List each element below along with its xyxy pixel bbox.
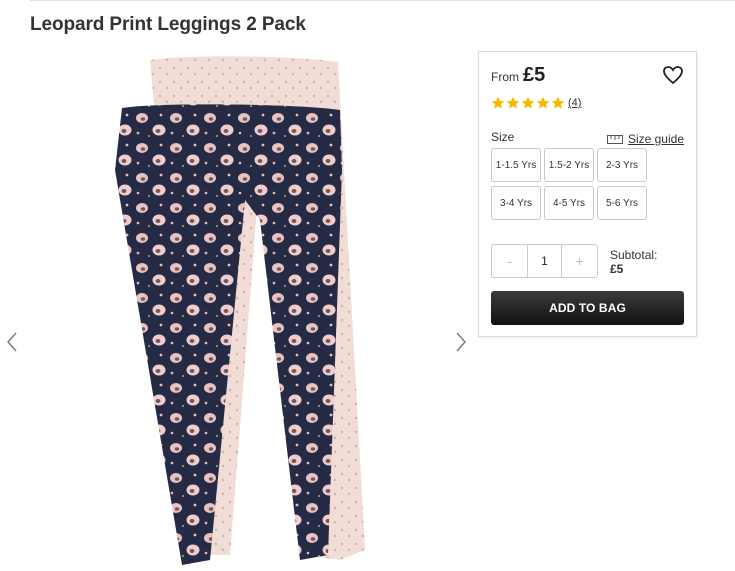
- size-label: Size: [491, 130, 515, 144]
- chevron-right-icon[interactable]: [451, 330, 471, 354]
- size-options: 1-1.5 Yrs 1.5-2 Yrs 2-3 Yrs 3-4 Yrs 4-5 …: [491, 148, 651, 220]
- size-option[interactable]: 1.5-2 Yrs: [544, 148, 594, 182]
- product-gallery: [0, 50, 475, 571]
- quantity-decrement-button[interactable]: -: [492, 245, 527, 277]
- size-guide-link[interactable]: Size guide: [606, 132, 684, 146]
- quantity-input[interactable]: [527, 245, 562, 277]
- price-row: From £5: [491, 64, 545, 87]
- quantity-stepper: - +: [491, 244, 598, 278]
- size-option[interactable]: 3-4 Yrs: [491, 186, 541, 220]
- heart-icon[interactable]: [662, 65, 684, 85]
- size-option[interactable]: 1-1.5 Yrs: [491, 148, 541, 182]
- product-title: Leopard Print Leggings 2 Pack: [30, 14, 306, 35]
- size-option[interactable]: 2-3 Yrs: [597, 148, 647, 182]
- ruler-icon: [606, 134, 623, 144]
- subtotal-label: Subtotal:: [610, 248, 658, 262]
- size-guide-label: Size guide: [627, 132, 684, 146]
- buy-box: From £5 (4) Size Size guide 1-1.5 Yrs 1.…: [478, 51, 697, 337]
- star-rating: [491, 96, 565, 110]
- star-icon: [506, 96, 520, 109]
- price-prefix: From: [491, 70, 519, 84]
- star-icon: [521, 96, 535, 109]
- star-icon: [491, 96, 505, 109]
- size-option[interactable]: 4-5 Yrs: [544, 186, 594, 220]
- quantity-increment-button[interactable]: +: [562, 245, 597, 277]
- review-count-link[interactable]: (4): [568, 97, 581, 109]
- subtotal-value: £5: [610, 262, 624, 276]
- subtotal: Subtotal: £5: [610, 248, 657, 276]
- price-value: £5: [523, 64, 546, 86]
- star-icon: [536, 96, 550, 109]
- top-divider: [30, 0, 735, 1]
- size-option[interactable]: 5-6 Yrs: [597, 186, 647, 220]
- rating-row[interactable]: (4): [491, 96, 581, 110]
- star-icon: [551, 96, 565, 109]
- add-to-bag-button[interactable]: ADD TO BAG: [491, 291, 684, 325]
- chevron-left-icon[interactable]: [2, 330, 22, 354]
- leggings-product-image: [100, 50, 380, 571]
